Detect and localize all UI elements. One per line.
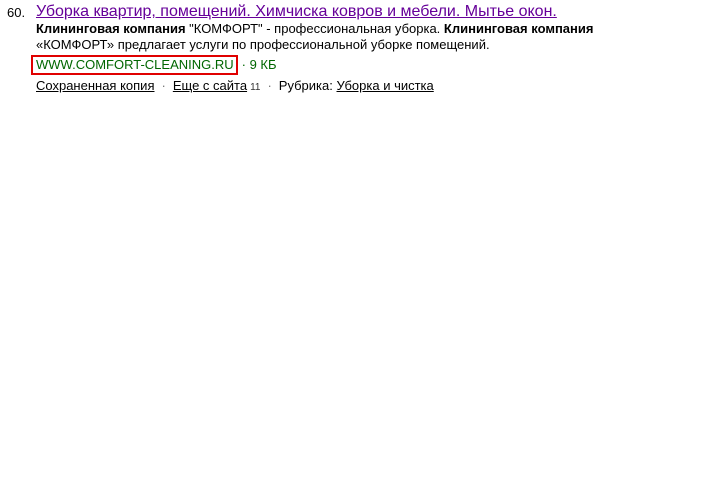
separator-dot: ·	[161, 78, 166, 93]
more-count: 11	[250, 82, 261, 93]
result-size: · 9 КБ	[241, 57, 277, 72]
snippet-bold-2: Клининговая компания	[443, 21, 594, 36]
category-label: Рубрика:	[278, 78, 333, 93]
snippet-bold-1: Клининговая компания	[36, 21, 186, 36]
saved-copy-link[interactable]: Сохраненная копия	[36, 78, 155, 93]
category-link[interactable]: Уборка и чистка	[337, 78, 434, 93]
result-snippet: Клининговая компания "КОМФОРТ" - професс…	[36, 21, 636, 53]
result-title-link[interactable]: Уборка квартир, помещений. Химчиска ковр…	[36, 2, 557, 22]
result-url-link[interactable]: WWW.COMFORT-CLEANING.RU	[36, 57, 234, 72]
snippet-text-2: «КОМФОРТ» предлагает услуги по профессио…	[36, 37, 490, 52]
result-url-row: WWW.COMFORT-CLEANING.RU · 9 КБ	[31, 55, 277, 75]
separator-dot: ·	[267, 78, 272, 93]
url-highlight-box: WWW.COMFORT-CLEANING.RU	[31, 55, 238, 75]
snippet-text-1: "КОМФОРТ" - профессиональная уборка.	[185, 21, 444, 36]
more-from-site-link[interactable]: Еще с сайта	[173, 78, 247, 93]
result-links-row: Сохраненная копия · Еще с сайта 11 · Рубрика:…	[36, 78, 434, 96]
result-number: 60.	[7, 5, 26, 20]
